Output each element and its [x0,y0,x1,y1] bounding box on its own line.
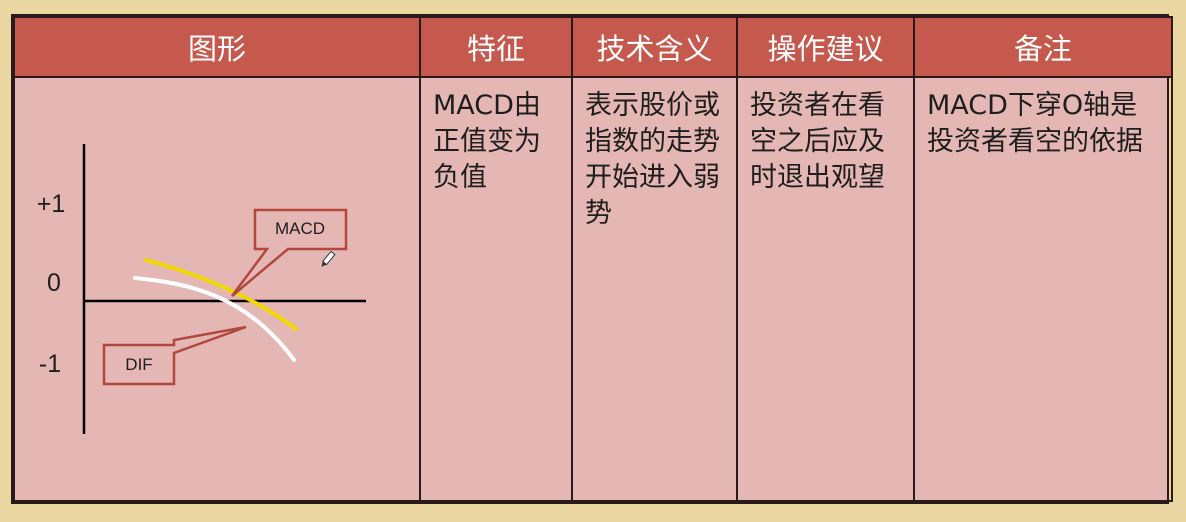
advice-text: 投资者在看空之后应及时退出观望 [750,90,885,193]
meaning-cell: 表示股价或指数的走势开始进入弱势 [571,76,738,502]
header-meaning: 技术含义 [571,16,738,78]
macd-callout-label: MACD [275,219,325,238]
feature-cell: MACD由正值变为负值 [419,76,573,502]
meaning-text: 表示股价或指数的走势开始进入弱势 [585,90,720,229]
macd-cross-diagram: +1 0 -1 MACD DIF [37,144,366,434]
macd-signal-table: 图形 特征 技术含义 操作建议 备注 +1 0 -1 MACD DIF MACD… [13,16,1173,502]
note-text: MACD下穿O轴是投资者看空的依据 [927,90,1143,157]
header-feature: 特征 [419,16,573,78]
header-graph: 图形 [13,16,421,78]
header-row: 图形 特征 技术含义 操作建议 备注 [13,16,1173,78]
note-cell: MACD下穿O轴是投资者看空的依据 [913,76,1173,502]
y-label-minus-one: -1 [39,350,61,378]
advice-cell: 投资者在看空之后应及时退出观望 [736,76,915,502]
header-note: 备注 [913,16,1173,78]
graph-cell: +1 0 -1 MACD DIF [13,76,421,502]
dif-callout-label: DIF [125,355,152,374]
pen-cursor-icon [321,250,336,267]
feature-text: MACD由正值变为负值 [433,90,541,193]
y-label-plus-one: +1 [37,190,66,218]
content-row: +1 0 -1 MACD DIF MACD由正值变为负值 表示股价或指数的走势开… [13,76,1173,502]
y-label-zero: 0 [47,269,61,297]
macd-line [144,258,298,331]
signal-table-frame: 图形 特征 技术含义 操作建议 备注 +1 0 -1 MACD DIF MACD… [11,14,1173,504]
header-advice: 操作建议 [736,16,915,78]
